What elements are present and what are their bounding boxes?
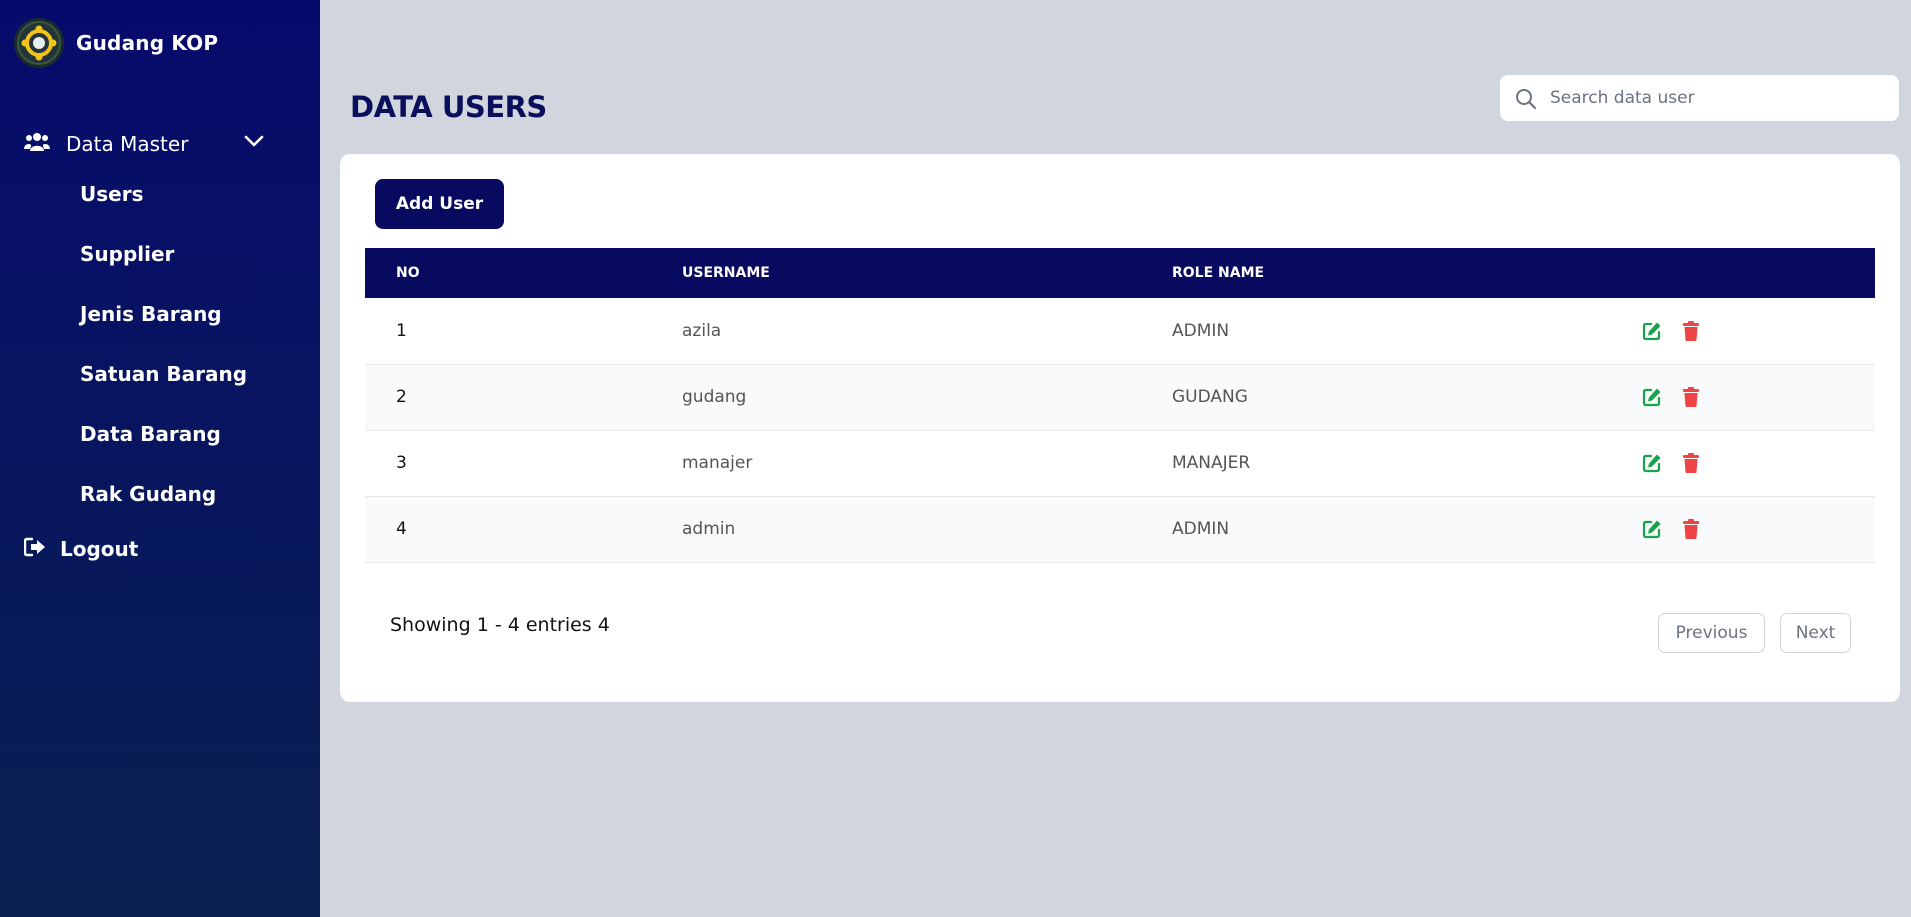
cell-username: admin (682, 519, 736, 539)
column-header-role-name: ROLE NAME (1172, 265, 1265, 281)
search-icon (1514, 87, 1538, 115)
trash-icon[interactable] (1682, 453, 1700, 473)
sidebar-item-rak-gudang[interactable]: Rak Gudang (80, 482, 216, 506)
add-user-button[interactable]: Add User (375, 179, 504, 229)
cell-no: 4 (396, 519, 407, 539)
chevron-down-icon[interactable] (244, 133, 264, 152)
brand[interactable]: Gudang KOP (14, 18, 218, 68)
edit-icon[interactable] (1642, 387, 1662, 407)
users-icon (24, 132, 50, 156)
sidebar-item-jenis-barang[interactable]: Jenis Barang (80, 302, 222, 326)
edit-icon[interactable] (1642, 321, 1662, 341)
cell-actions (1642, 364, 1875, 430)
trash-icon[interactable] (1682, 519, 1700, 539)
page-title: DATA USERS (350, 90, 547, 124)
sidebar-item-satuan-barang[interactable]: Satuan Barang (80, 362, 247, 386)
app-name: Gudang KOP (76, 31, 219, 55)
cell-role-name: ADMIN (1172, 519, 1230, 539)
trash-icon[interactable] (1682, 320, 1700, 341)
cell-username: manajer (682, 453, 753, 473)
cell-role-name: ADMIN (1172, 320, 1230, 341)
column-header-actions (1642, 248, 1875, 298)
table-row: 3 manajer MANAJER (365, 430, 1875, 496)
column-header-username: USERNAME (682, 265, 770, 281)
pagination-summary: Showing 1 - 4 entries 4 (390, 614, 610, 636)
sidebar-item-data-barang[interactable]: Data Barang (80, 422, 221, 446)
sidebar-item-supplier[interactable]: Supplier (80, 242, 174, 266)
sidebar-item-users[interactable]: Users (80, 182, 143, 206)
cell-no: 1 (396, 320, 407, 341)
sidebar: Gudang KOP Data Master Users Supplier Je… (0, 0, 320, 917)
trash-icon[interactable] (1682, 387, 1700, 407)
logo (14, 18, 64, 68)
cell-username: gudang (682, 387, 747, 407)
nav-group-label: Data Master (66, 132, 189, 156)
table-row: 4 admin ADMIN (365, 496, 1875, 562)
cell-actions (1642, 298, 1875, 364)
column-header-no: NO (396, 265, 420, 281)
cell-no: 2 (396, 387, 407, 407)
cell-actions (1642, 430, 1875, 496)
cell-no: 3 (396, 453, 407, 473)
search-box (1500, 75, 1899, 121)
cell-role-name: GUDANG (1172, 387, 1248, 407)
cell-username: azila (682, 320, 722, 341)
logout-label: Logout (60, 537, 139, 561)
users-table: NO USERNAME ROLE NAME 1 azila ADMIN 2 gudang… (365, 248, 1875, 563)
users-card: Add User NO USERNAME ROLE NAME 1 azila ADM… (340, 154, 1900, 702)
edit-icon[interactable] (1642, 453, 1662, 473)
next-button[interactable]: Next (1780, 613, 1851, 653)
edit-icon[interactable] (1642, 519, 1662, 539)
cell-role-name: MANAJER (1172, 453, 1251, 473)
search-input[interactable] (1550, 75, 1890, 121)
previous-button[interactable]: Previous (1658, 613, 1765, 653)
cell-actions (1642, 496, 1875, 562)
nav-group-data-master[interactable]: Data Master (24, 127, 264, 161)
sign-out-icon (23, 537, 46, 561)
logout-link[interactable]: Logout (23, 537, 139, 561)
table-row: 2 gudang GUDANG (365, 364, 1875, 430)
table-header-row: NO USERNAME ROLE NAME (365, 248, 1875, 298)
table-row: 1 azila ADMIN (365, 298, 1875, 364)
